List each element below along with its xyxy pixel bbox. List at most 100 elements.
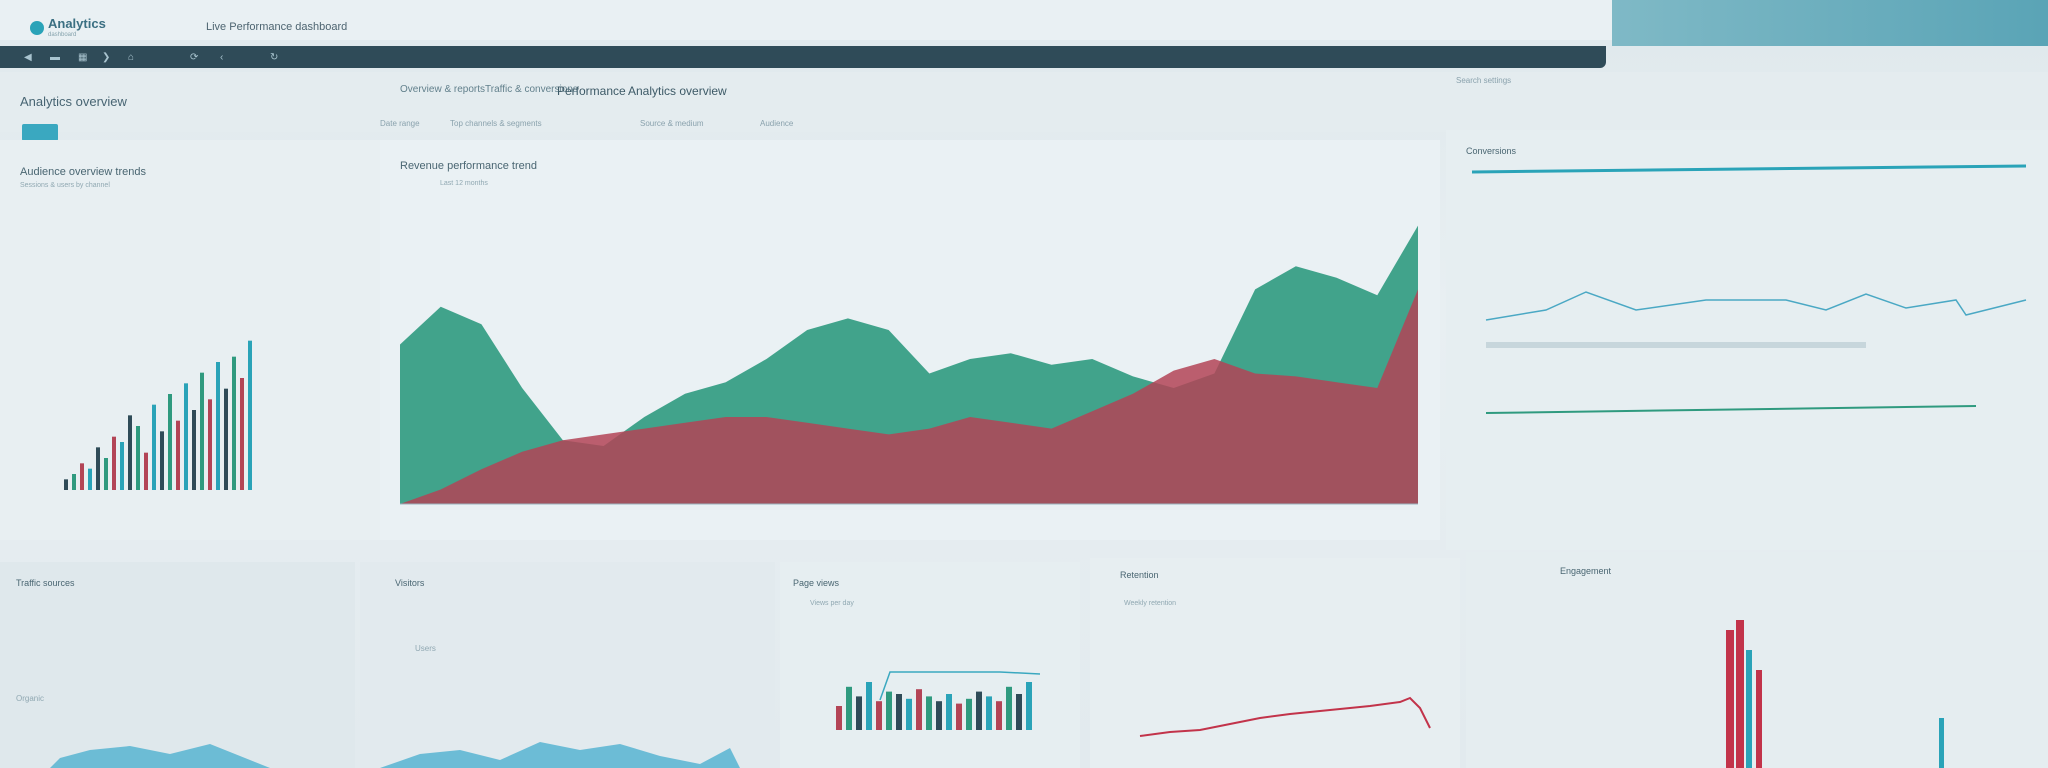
- primary-button[interactable]: [22, 124, 58, 141]
- pageviews-bar: [906, 698, 912, 730]
- pageviews-bar: [926, 696, 932, 730]
- refresh-icon[interactable]: ⟳: [190, 52, 198, 63]
- conversions-lines: [1471, 164, 2027, 414]
- audience-bar: [240, 378, 244, 490]
- audience-bar: [232, 356, 236, 490]
- visitors-panel-title: Visitors: [395, 578, 425, 588]
- chevron-left-icon[interactable]: ‹: [220, 52, 223, 63]
- audience-bar: [200, 372, 204, 490]
- pageviews-bar: [876, 701, 882, 730]
- audience-bar: [168, 394, 172, 490]
- visitors-area: [380, 742, 740, 768]
- audience-bar: [120, 442, 124, 490]
- filter-source[interactable]: Source & medium: [640, 119, 704, 128]
- dashboard-title: Analytics overview: [20, 94, 127, 109]
- filter-channels[interactable]: Top channels & segments: [450, 119, 542, 128]
- app-logo-icon: [30, 21, 44, 35]
- pageviews-bar: [1026, 682, 1032, 730]
- audience-bar: [176, 420, 180, 490]
- audience-bar: [192, 410, 196, 490]
- visitors-area-chart: [380, 742, 740, 768]
- audience-panel-subtitle: Sessions & users by channel: [20, 182, 110, 189]
- audience-bar: [224, 388, 228, 490]
- engagement-panel-title: Engagement: [1560, 566, 1612, 576]
- pageviews-bar: [846, 686, 852, 730]
- audience-bar: [80, 463, 84, 490]
- search-input[interactable]: Search settings: [1452, 72, 1602, 90]
- audience-bar-chart: [64, 340, 252, 490]
- filter-audience[interactable]: Audience: [760, 119, 793, 128]
- audience-bar: [112, 436, 116, 490]
- toolbar: [0, 46, 1606, 68]
- retention-panel-title: Retention: [1120, 570, 1159, 580]
- traffic-panel-subtitle: Organic: [16, 694, 45, 703]
- pageviews-bar: [836, 706, 842, 730]
- engagement-bar: [1746, 650, 1752, 768]
- pageviews-bar: [1006, 686, 1012, 730]
- audience-bar: [248, 340, 252, 490]
- home-icon[interactable]: ⌂: [128, 52, 134, 63]
- chevron-icon[interactable]: ❯: [102, 52, 110, 63]
- conversions-progress-line: [1471, 164, 2027, 174]
- subheader: [0, 72, 2048, 132]
- retention-line: [1139, 696, 1431, 737]
- audience-bar: [216, 362, 220, 490]
- traffic-panel-title: Traffic sources: [16, 578, 75, 588]
- audience-bar: [184, 383, 188, 490]
- audience-bar: [88, 468, 92, 490]
- pageviews-bar: [866, 682, 872, 730]
- engagement-bar-chart: [1726, 620, 1944, 768]
- revenue-area-chart: [400, 225, 1418, 505]
- pageviews-bar: [946, 694, 952, 730]
- pageviews-bar: [936, 701, 942, 730]
- pageviews-bar: [996, 701, 1002, 730]
- audience-bar: [144, 452, 148, 490]
- traffic-area-chart: [50, 744, 270, 768]
- back-icon[interactable]: ◀: [24, 52, 32, 63]
- engagement-bar: [1736, 620, 1744, 768]
- audience-bar: [208, 399, 212, 490]
- app-name: Analytics: [48, 16, 106, 31]
- pageviews-bar: [976, 691, 982, 730]
- next-icon[interactable]: ↻: [270, 52, 278, 63]
- engagement-bar: [1939, 718, 1944, 768]
- pageviews-bar: [896, 694, 902, 730]
- pageviews-bar-chart: [836, 671, 1041, 730]
- audience-bar: [128, 415, 132, 490]
- pageviews-bar: [986, 696, 992, 730]
- engagement-bar: [1726, 630, 1734, 768]
- revenue-panel-subtitle: Last 12 months: [440, 180, 488, 187]
- audience-bar: [96, 447, 100, 490]
- top-accent-bar: [1612, 0, 2048, 46]
- filter-date[interactable]: Date range: [380, 119, 420, 128]
- pageviews-bar: [1016, 694, 1022, 730]
- retention-panel-subtitle: Weekly retention: [1124, 600, 1177, 607]
- audience-panel-title: Audience overview trends: [20, 166, 146, 178]
- visitors-panel-subtitle: Users: [415, 644, 436, 653]
- audience-bar: [72, 474, 76, 490]
- audience-bar: [104, 458, 108, 490]
- revenue-panel-title: Revenue performance trend: [400, 160, 537, 172]
- tab-overview[interactable]: Overview & reports: [400, 84, 485, 95]
- tab-performance[interactable]: Performance: [557, 84, 626, 98]
- conversions-trend-line: [1485, 291, 2027, 321]
- engagement-bar: [1756, 670, 1762, 768]
- pageviews-panel-subtitle: Views per day: [810, 600, 854, 607]
- app-subtitle: dashboard: [48, 32, 77, 38]
- forward-icon[interactable]: ▬: [50, 52, 60, 63]
- tab-analytics[interactable]: Analytics overview: [628, 84, 727, 98]
- traffic-area: [50, 744, 270, 768]
- pageviews-bar: [856, 696, 862, 730]
- audience-bar: [136, 426, 140, 490]
- pageviews-panel-title: Page views: [793, 578, 840, 588]
- list-icon[interactable]: ▦: [78, 52, 87, 63]
- pageviews-bar: [916, 689, 922, 730]
- audience-bar: [152, 404, 156, 490]
- audience-bar: [160, 431, 164, 490]
- pageviews-bar: [886, 691, 892, 730]
- window-title: Live Performance dashboard: [206, 21, 348, 33]
- pageviews-bar: [956, 703, 962, 730]
- retention-line-chart: [1139, 696, 1431, 737]
- conversions-panel-title: Conversions: [1466, 146, 1517, 156]
- audience-bar: [64, 479, 68, 490]
